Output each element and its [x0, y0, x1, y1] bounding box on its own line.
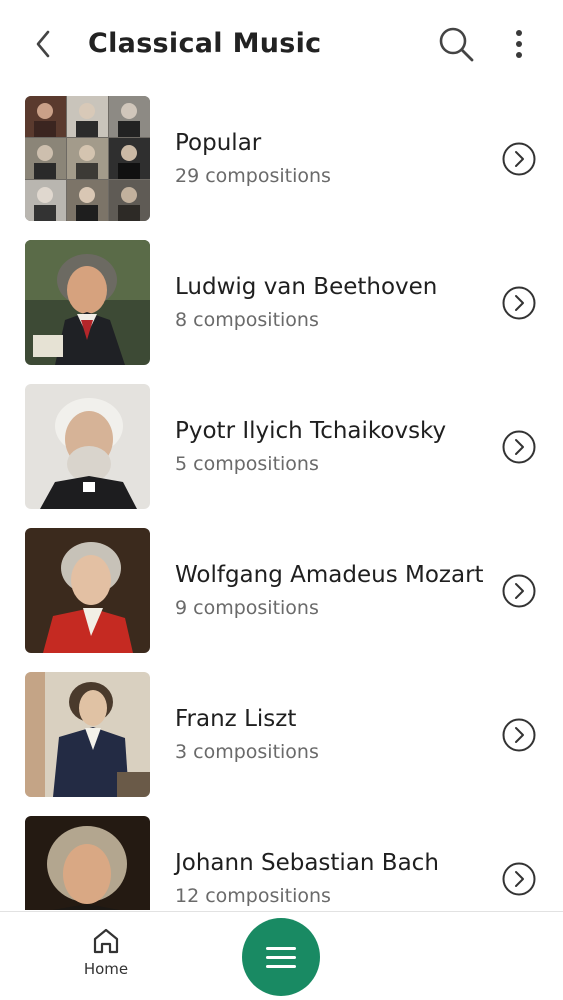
back-button[interactable] [28, 26, 58, 62]
liszt-portrait-image [25, 672, 150, 797]
tchaikovsky-portrait-image [25, 384, 150, 509]
list-item-subtitle: 9 compositions [175, 597, 319, 619]
list-item-title: Ludwig van Beethoven [175, 274, 438, 300]
composer-list: Popular 29 compositions Ludwig van Beeth… [0, 88, 563, 910]
list-item-title: Johann Sebastian Bach [175, 850, 439, 876]
app-bar: Classical Music [0, 0, 563, 88]
menu-icon [266, 946, 296, 950]
list-item-tchaikovsky[interactable]: Pyotr Ilyich Tchaikovsky 5 compositions [0, 376, 563, 520]
list-item-title: Wolfgang Amadeus Mozart [175, 562, 484, 588]
chevron-right-circle-icon[interactable] [501, 141, 537, 177]
search-icon [439, 27, 474, 62]
list-item-beethoven[interactable]: Ludwig van Beethoven 8 compositions [0, 232, 563, 376]
list-item-liszt[interactable]: Franz Liszt 3 compositions [0, 664, 563, 808]
home-icon [93, 928, 119, 954]
list-item-bach[interactable]: Johann Sebastian Bach 12 compositions [0, 808, 563, 910]
chevron-right-circle-icon[interactable] [501, 861, 537, 897]
list-item-subtitle: 3 compositions [175, 741, 319, 763]
list-item-subtitle: 29 compositions [175, 165, 331, 187]
more-vertical-icon [516, 30, 522, 36]
mozart-portrait-image [25, 528, 150, 653]
menu-fab-button[interactable] [242, 918, 320, 996]
list-item-mozart[interactable]: Wolfgang Amadeus Mozart 9 compositions [0, 520, 563, 664]
bach-portrait-image [25, 816, 150, 910]
list-item-subtitle: 8 compositions [175, 309, 319, 331]
bottom-navigation: Home [0, 911, 563, 1000]
list-item-popular[interactable]: Popular 29 compositions [0, 88, 563, 232]
list-item-title: Popular [175, 130, 262, 156]
chevron-right-circle-icon[interactable] [501, 717, 537, 753]
page-title: Classical Music [88, 28, 322, 59]
list-item-subtitle: 5 compositions [175, 453, 319, 475]
home-tab[interactable]: Home [70, 926, 142, 992]
beethoven-portrait-image [25, 240, 150, 365]
list-item-subtitle: 12 compositions [175, 885, 331, 907]
list-item-title: Franz Liszt [175, 706, 297, 732]
home-tab-label: Home [83, 960, 129, 978]
list-item-title: Pyotr Ilyich Tchaikovsky [175, 418, 447, 444]
search-button[interactable] [436, 24, 476, 64]
composer-collage-image [25, 96, 150, 221]
chevron-right-circle-icon[interactable] [501, 429, 537, 465]
chevron-right-circle-icon[interactable] [501, 285, 537, 321]
chevron-left-icon [36, 30, 50, 58]
more-options-button[interactable] [504, 24, 534, 64]
chevron-right-circle-icon[interactable] [501, 573, 537, 609]
